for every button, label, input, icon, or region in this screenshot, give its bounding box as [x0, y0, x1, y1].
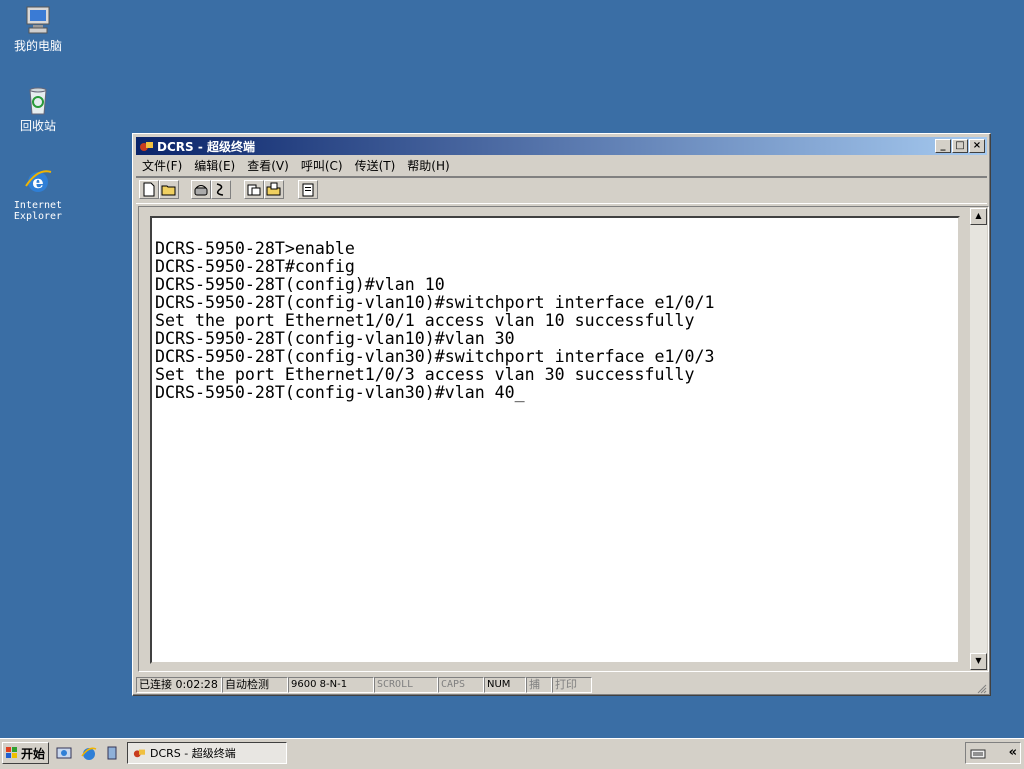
terminal-line: DCRS-5950-28T#config: [155, 257, 355, 276]
status-caps: CAPS: [438, 677, 484, 693]
status-print: 打印: [552, 677, 592, 693]
status-baud: 9600 8-N-1: [288, 677, 374, 693]
menu-help[interactable]: 帮助(H): [401, 157, 455, 174]
scroll-up-button[interactable]: ▲: [970, 208, 987, 225]
disconnect-icon: [216, 183, 224, 196]
my-computer-icon: [21, 4, 55, 38]
menu-view[interactable]: 查看(V): [241, 157, 295, 174]
status-num: NUM: [484, 677, 526, 693]
maximize-button[interactable]: □: [952, 139, 968, 153]
vertical-scrollbar[interactable]: ▲ ▼: [970, 208, 987, 670]
hyperterminal-app-icon: [140, 142, 153, 151]
resize-grip-icon[interactable]: [975, 682, 987, 694]
menu-file[interactable]: 文件(F): [136, 157, 188, 174]
status-connected-time: 已连接 0:02:28: [136, 677, 222, 693]
hyperterminal-window: DCRS - 超级终端 _ □ × 文件(F) 编辑(E) 查看(V) 呼叫(C…: [132, 133, 991, 696]
recycle-bin-icon: [21, 84, 55, 118]
hyperterminal-task-icon: [133, 749, 145, 758]
menu-call[interactable]: 呼叫(C): [295, 157, 349, 174]
scroll-down-button[interactable]: ▼: [970, 653, 987, 670]
call-button[interactable]: [191, 180, 211, 199]
system-tray: «: [965, 742, 1021, 764]
terminal-line: DCRS-5950-28T(config-vlan30)#vlan 40_: [155, 383, 525, 402]
status-scroll: SCROLL: [374, 677, 438, 693]
title-bar[interactable]: DCRS - 超级终端 _ □ ×: [136, 137, 987, 155]
status-auto-detect: 自动检测: [222, 677, 288, 693]
media-quicklaunch-icon[interactable]: [104, 745, 120, 761]
tray-expand-button[interactable]: «: [1009, 745, 1017, 760]
receive-icon: [266, 182, 281, 196]
status-bar: 已连接 0:02:28 自动检测 9600 8-N-1 SCROLL CAPS …: [136, 676, 987, 694]
start-label: 开始: [21, 746, 46, 761]
disconnect-button[interactable]: [211, 180, 231, 199]
send-button[interactable]: [244, 180, 264, 199]
terminal-line: DCRS-5950-28T(config-vlan10)#vlan 30: [155, 329, 515, 348]
taskbar: 开始 DCRS - 超级终端 «: [0, 738, 1024, 769]
windows-logo-icon: [6, 747, 17, 758]
properties-button[interactable]: [298, 180, 318, 199]
status-capture: 捕: [526, 677, 552, 693]
send-icon: [247, 184, 261, 196]
terminal-line: DCRS-5950-28T(config)#vlan 10: [155, 275, 445, 294]
terminal-frame: DCRS-5950-28T>enable DCRS-5950-28T#config…: [138, 206, 989, 672]
toolbar: [136, 176, 987, 204]
task-label: DCRS - 超级终端: [150, 747, 236, 760]
new-file-button[interactable]: [139, 180, 159, 199]
terminal-line: DCRS-5950-28T(config-vlan30)#switchport …: [155, 347, 715, 366]
close-button[interactable]: ×: [969, 139, 985, 153]
minimize-button[interactable]: _: [935, 139, 951, 153]
taskbar-button-hyperterminal[interactable]: DCRS - 超级终端: [127, 742, 287, 764]
keyboard-icon[interactable]: [970, 746, 986, 760]
desktop-icon-my-computer[interactable]: 我的电脑: [2, 4, 74, 53]
properties-icon: [302, 183, 314, 197]
internet-explorer-quicklaunch-icon[interactable]: [81, 745, 97, 761]
desktop-icon-label: 我的电脑: [13, 39, 62, 53]
menu-bar: 文件(F) 编辑(E) 查看(V) 呼叫(C) 传送(T) 帮助(H): [136, 156, 987, 174]
menu-transfer[interactable]: 传送(T): [349, 157, 402, 174]
terminal-line: Set the port Ethernet1/0/3 access vlan 3…: [155, 365, 695, 384]
call-icon: [194, 185, 208, 196]
window-title: DCRS - 超级终端: [157, 139, 255, 154]
terminal-line: Set the port Ethernet1/0/1 access vlan 1…: [155, 311, 695, 330]
terminal-screen[interactable]: DCRS-5950-28T>enable DCRS-5950-28T#config…: [150, 216, 960, 664]
new-file-icon: [143, 182, 155, 197]
open-folder-icon: [161, 185, 176, 196]
desktop-icon-recycle-bin[interactable]: 回收站: [2, 84, 74, 133]
terminal-line: DCRS-5950-28T>enable: [155, 239, 355, 258]
start-button[interactable]: 开始: [2, 742, 49, 764]
menu-edit[interactable]: 编辑(E): [188, 157, 241, 174]
internet-explorer-icon: e: [21, 164, 55, 198]
open-button[interactable]: [159, 180, 179, 199]
receive-button[interactable]: [264, 180, 284, 199]
svg-text:e: e: [32, 172, 43, 193]
terminal-line: DCRS-5950-28T(config-vlan10)#switchport …: [155, 293, 715, 312]
show-desktop-icon[interactable]: [56, 745, 72, 761]
desktop-icon-label: Internet Explorer: [13, 200, 63, 222]
desktop-icon-internet-explorer[interactable]: e Internet Explorer: [2, 164, 74, 222]
desktop-icon-label: 回收站: [19, 119, 56, 133]
